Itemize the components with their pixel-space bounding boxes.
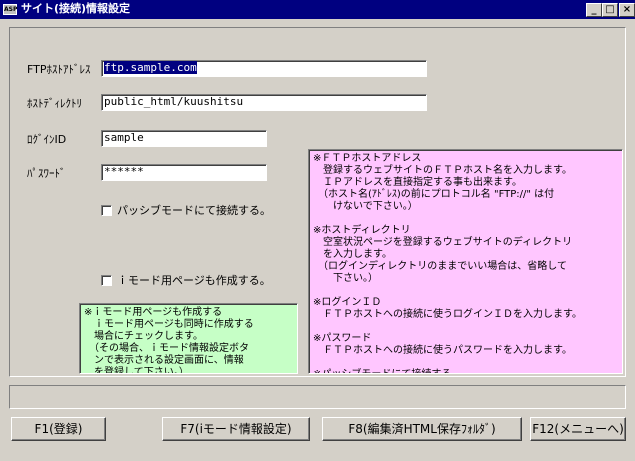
ftp-host-label: FTPﾎｽﾄｱﾄﾞﾚｽ bbox=[27, 63, 91, 76]
passive-mode-label: パッシブモードにて接続する。 bbox=[117, 204, 271, 217]
title-bar: ASP サイト(接続)情報設定 _ □ × bbox=[0, 0, 635, 19]
passive-mode-checkbox[interactable] bbox=[101, 205, 112, 216]
login-id-label: ﾛｸﾞｲﾝID bbox=[27, 133, 67, 146]
login-id-input[interactable]: sample bbox=[101, 130, 267, 147]
maximize-button[interactable]: □ bbox=[602, 3, 618, 17]
f1-register-button[interactable]: F1(登録) bbox=[11, 417, 106, 441]
help-text-main: ※ＦＴＰホストアドレス 登録するウェブサイトのＦＴＰホスト名を入力します。 ＩＰ… bbox=[308, 149, 623, 374]
password-label: ﾊﾟｽﾜｰﾄﾞ bbox=[27, 167, 66, 180]
f12-menu-button[interactable]: F12(メニューへ) bbox=[530, 417, 626, 441]
minimize-button[interactable]: _ bbox=[586, 3, 602, 17]
app-icon: ASP bbox=[3, 4, 18, 15]
imode-label: ｉモード用ページも作成する。 bbox=[117, 274, 271, 287]
imode-checkbox[interactable] bbox=[101, 275, 112, 286]
close-button[interactable]: × bbox=[619, 3, 635, 17]
host-dir-input[interactable]: public_html/kuushitsu bbox=[101, 94, 427, 111]
ftp-host-value: ftp.sample.com bbox=[104, 61, 197, 74]
f8-html-folder-button[interactable]: F8(編集済HTML保存ﾌｫﾙﾀﾞ) bbox=[322, 417, 522, 441]
help-text-imode: ※ｉモード用ページも作成する ｉモード用ページも同時に作成する 場合にチェックし… bbox=[79, 303, 298, 374]
status-bar bbox=[9, 385, 626, 409]
host-dir-label: ﾎｽﾄﾃﾞｨﾚｸﾄﾘ bbox=[27, 97, 82, 110]
ftp-host-input[interactable]: ftp.sample.com bbox=[101, 60, 427, 77]
f7-imode-settings-button[interactable]: F7(iモード情報設定) bbox=[162, 417, 310, 441]
window-title: サイト(接続)情報設定 bbox=[21, 2, 131, 15]
password-input[interactable]: ****** bbox=[101, 164, 267, 181]
